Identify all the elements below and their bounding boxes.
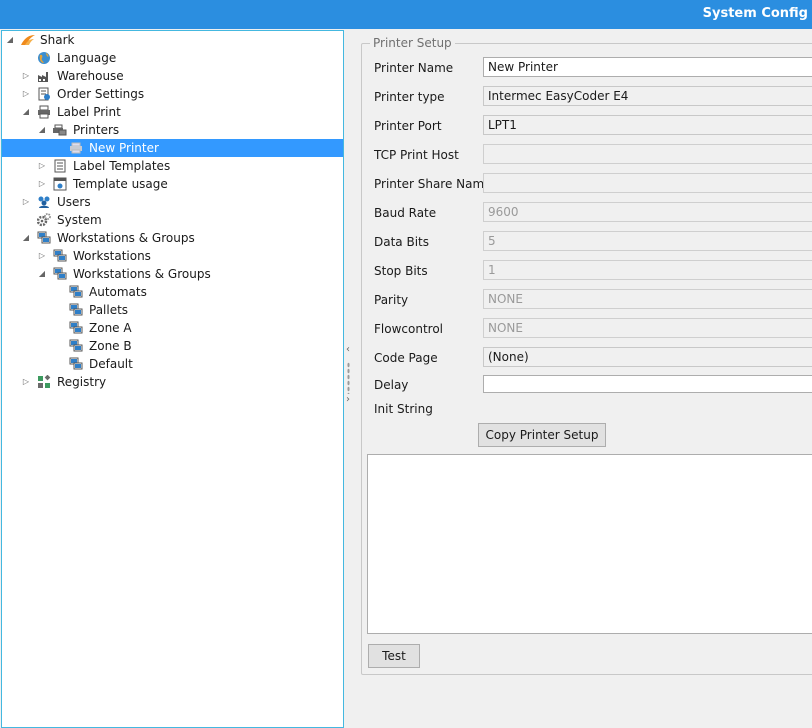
baud-rate-select[interactable]: 9600	[483, 202, 812, 222]
tree-item-label: Language	[57, 51, 117, 65]
stop-bits-label: Stop Bits	[374, 264, 428, 278]
delay-label: Delay	[374, 378, 409, 392]
flowcontrol-label: Flowcontrol	[374, 322, 443, 336]
collapsed-arrow-icon[interactable]: ▷	[21, 373, 31, 391]
tree-item-label: Order Settings	[57, 87, 145, 101]
printer-icon	[37, 105, 51, 119]
tree-item-label: Template usage	[73, 177, 168, 191]
data-bits-select[interactable]: 5	[483, 231, 812, 251]
tree-item-label: Label Templates	[73, 159, 171, 173]
tree-item-label: Workstations	[73, 249, 151, 263]
init-string-textarea[interactable]	[367, 454, 812, 634]
test-button[interactable]: Test	[368, 644, 420, 668]
tree-item-label: New Printer	[89, 141, 159, 155]
tree-item-label: System	[57, 213, 102, 227]
users-icon	[37, 195, 51, 209]
collapsed-arrow-icon[interactable]: ▷	[21, 85, 31, 103]
workstation-icon	[69, 321, 83, 335]
gears-icon	[37, 213, 51, 227]
tree-item-label: Zone B	[89, 339, 132, 353]
tree-item-label: Default	[89, 357, 133, 371]
expanded-arrow-icon[interactable]: ◢	[37, 121, 47, 139]
splitter-grip-icon[interactable]	[347, 362, 350, 394]
tree-item-label: Registry	[57, 375, 107, 389]
tree-item-new-printer[interactable]: New Printer	[2, 139, 343, 157]
workstation-icon	[69, 339, 83, 353]
printer-share-name-input[interactable]	[483, 173, 812, 193]
printers-icon	[53, 123, 67, 137]
printer-type-select[interactable]: Intermec EasyCoder E4	[483, 86, 812, 106]
expanded-arrow-icon[interactable]: ◢	[5, 31, 15, 49]
navigation-tree[interactable]: ◢ Shark Language ▷ Warehouse ▷ Order Set…	[1, 30, 344, 728]
factory-icon	[37, 69, 51, 83]
printer-name-input[interactable]: New Printer	[483, 57, 812, 77]
baud-rate-label: Baud Rate	[374, 206, 437, 220]
expanded-arrow-icon[interactable]: ◢	[37, 265, 47, 283]
printer-setup-group: Printer Setup Printer Name New Printer P…	[361, 36, 812, 675]
expanded-arrow-icon[interactable]: ◢	[21, 229, 31, 247]
parity-select[interactable]: NONE	[483, 289, 812, 309]
order-settings-icon	[37, 87, 51, 101]
flowcontrol-select[interactable]: NONE	[483, 318, 812, 338]
tree-item-label: Zone A	[89, 321, 132, 335]
printer-icon	[69, 141, 83, 155]
workstation-icon	[69, 303, 83, 317]
tree-item-label: Users	[57, 195, 91, 209]
tree-item-label: Pallets	[89, 303, 129, 317]
copy-printer-setup-button[interactable]: Copy Printer Setup	[478, 423, 606, 447]
workstations-icon	[37, 231, 51, 245]
printer-setup-panel: Printer Setup Printer Name New Printer P…	[356, 30, 812, 728]
window-gear-icon	[53, 177, 67, 191]
printer-name-label: Printer Name	[374, 61, 454, 75]
code-page-label: Code Page	[374, 351, 438, 365]
tree-item-label: Printers	[73, 123, 120, 137]
globe-icon	[37, 51, 51, 65]
tree-item-label: Workstations & Groups	[73, 267, 211, 281]
tree-item-label: Label Print	[57, 105, 121, 119]
tcp-print-host-label: TCP Print Host	[374, 148, 459, 162]
tcp-print-host-input[interactable]	[483, 144, 812, 164]
document-icon	[53, 159, 67, 173]
printer-share-name-label: Printer Share Name	[374, 177, 492, 191]
stop-bits-select[interactable]: 1	[483, 260, 812, 280]
collapse-left-icon[interactable]: ‹	[346, 344, 350, 355]
init-string-label: Init String	[374, 402, 433, 416]
code-page-select[interactable]: (None)	[483, 347, 812, 367]
printer-type-label: Printer type	[374, 90, 445, 104]
printer-port-label: Printer Port	[374, 119, 442, 133]
collapsed-arrow-icon[interactable]: ▷	[37, 247, 47, 265]
workstations-icon	[53, 249, 67, 263]
parity-label: Parity	[374, 293, 409, 307]
data-bits-label: Data Bits	[374, 235, 429, 249]
title-bar: System Config	[0, 0, 812, 29]
delay-input[interactable]	[483, 375, 812, 393]
workstations-icon	[53, 267, 67, 281]
tree-item-label: Shark	[40, 33, 75, 47]
tree-item-label: Automats	[89, 285, 147, 299]
tree-item-label: Workstations & Groups	[57, 231, 195, 245]
expanded-arrow-icon[interactable]: ◢	[21, 103, 31, 121]
expand-right-icon[interactable]: ›	[346, 394, 350, 405]
tree-item-label: Warehouse	[57, 69, 124, 83]
window-title: System Config	[702, 6, 808, 21]
printer-port-select[interactable]: LPT1	[483, 115, 812, 135]
collapsed-arrow-icon[interactable]: ▷	[21, 67, 31, 85]
group-legend: Printer Setup	[370, 36, 455, 50]
pane-splitter[interactable]: ‹ ›	[344, 30, 356, 728]
collapsed-arrow-icon[interactable]: ▷	[37, 157, 47, 175]
collapsed-arrow-icon[interactable]: ▷	[37, 175, 47, 193]
registry-icon	[37, 375, 51, 389]
shark-logo-icon	[20, 33, 35, 47]
workstation-icon	[69, 285, 83, 299]
collapsed-arrow-icon[interactable]: ▷	[21, 193, 31, 211]
workstation-icon	[69, 357, 83, 371]
